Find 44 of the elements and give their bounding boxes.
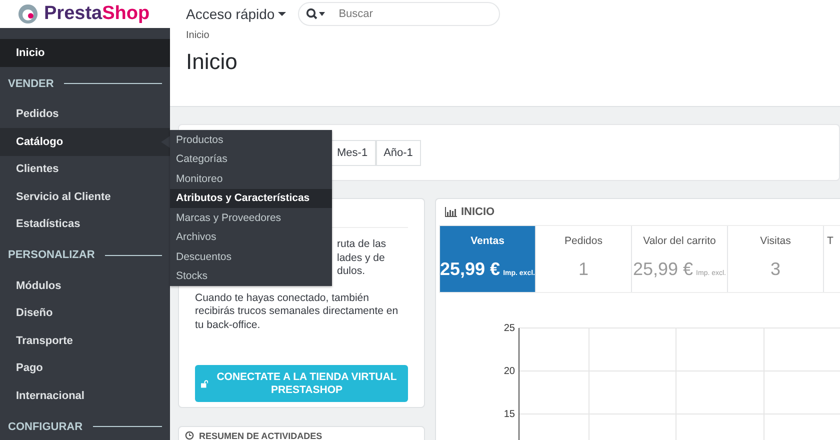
bar-chart-icon bbox=[445, 207, 457, 217]
submenu-item[interactable]: Atributos y Características bbox=[170, 188, 332, 208]
sidebar-item[interactable]: Inicio bbox=[0, 39, 170, 66]
sidebar-item[interactable]: Pago bbox=[0, 354, 170, 382]
period-button[interactable]: Mes-1 bbox=[329, 140, 376, 166]
period-button[interactable]: Año-1 bbox=[376, 140, 421, 166]
submenu-item[interactable]: Marcas y Proveedores bbox=[170, 208, 332, 228]
paragraph: Cuando te hayas conectado, también recibirás trucos semanales directamente en tu back-office. bbox=[195, 292, 400, 332]
axis-label: 15 bbox=[504, 409, 515, 420]
paragraph-fragment: lades y de bbox=[337, 252, 386, 265]
logo[interactable]: PrestaShop bbox=[44, 3, 150, 25]
submenu-item[interactable]: Stocks bbox=[170, 266, 332, 286]
sidebar-item[interactable]: Pedidos bbox=[0, 100, 170, 128]
quick-access-menu[interactable]: Acceso rápido bbox=[186, 6, 286, 22]
sidebar-heading: VENDER bbox=[8, 78, 54, 90]
axis-label: 25 bbox=[504, 323, 515, 334]
submenu-item[interactable]: Descuentos bbox=[170, 247, 332, 266]
sidebar-item[interactable]: Transporte bbox=[0, 327, 170, 354]
logo-icon bbox=[18, 4, 38, 24]
sidebar-item[interactable]: Clientes bbox=[0, 156, 170, 183]
caret-icon bbox=[278, 11, 286, 17]
axis-label: 20 bbox=[504, 366, 515, 377]
breadcrumb[interactable]: Inicio bbox=[186, 30, 824, 41]
sidebar-item[interactable]: Estadísticas bbox=[0, 210, 170, 238]
submenu-item[interactable]: Archivos bbox=[170, 228, 332, 247]
submenu-item[interactable]: Productos bbox=[170, 130, 332, 150]
sidebar-heading: CONFIGURAR bbox=[8, 420, 83, 432]
page-title: Inicio bbox=[186, 49, 238, 75]
unlock-icon bbox=[201, 378, 208, 388]
sidebar-heading: PERSONALIZAR bbox=[8, 249, 95, 261]
search-field[interactable]: Buscar bbox=[298, 2, 500, 26]
clock-icon bbox=[185, 431, 194, 440]
paragraph-fragment: ruta de las bbox=[337, 238, 388, 252]
submenu-item[interactable]: Monitoreo bbox=[170, 169, 332, 188]
card-title: RESUMEN DE ACTIVIDADES bbox=[199, 431, 322, 440]
sidebar-item[interactable]: Servicio al Cliente bbox=[0, 183, 170, 210]
card-title: INICIO bbox=[461, 206, 495, 218]
sidebar-item[interactable]: Internacional bbox=[0, 382, 170, 410]
paragraph-fragment: dulos. bbox=[337, 265, 366, 278]
sidebar-item[interactable]: Diseño bbox=[0, 300, 170, 327]
sidebar-item[interactable]: Catálogo bbox=[0, 128, 170, 156]
sidebar-item[interactable]: Módulos bbox=[0, 272, 170, 300]
submenu-item[interactable]: Categorías bbox=[170, 150, 332, 169]
search-icon[interactable] bbox=[306, 8, 326, 20]
